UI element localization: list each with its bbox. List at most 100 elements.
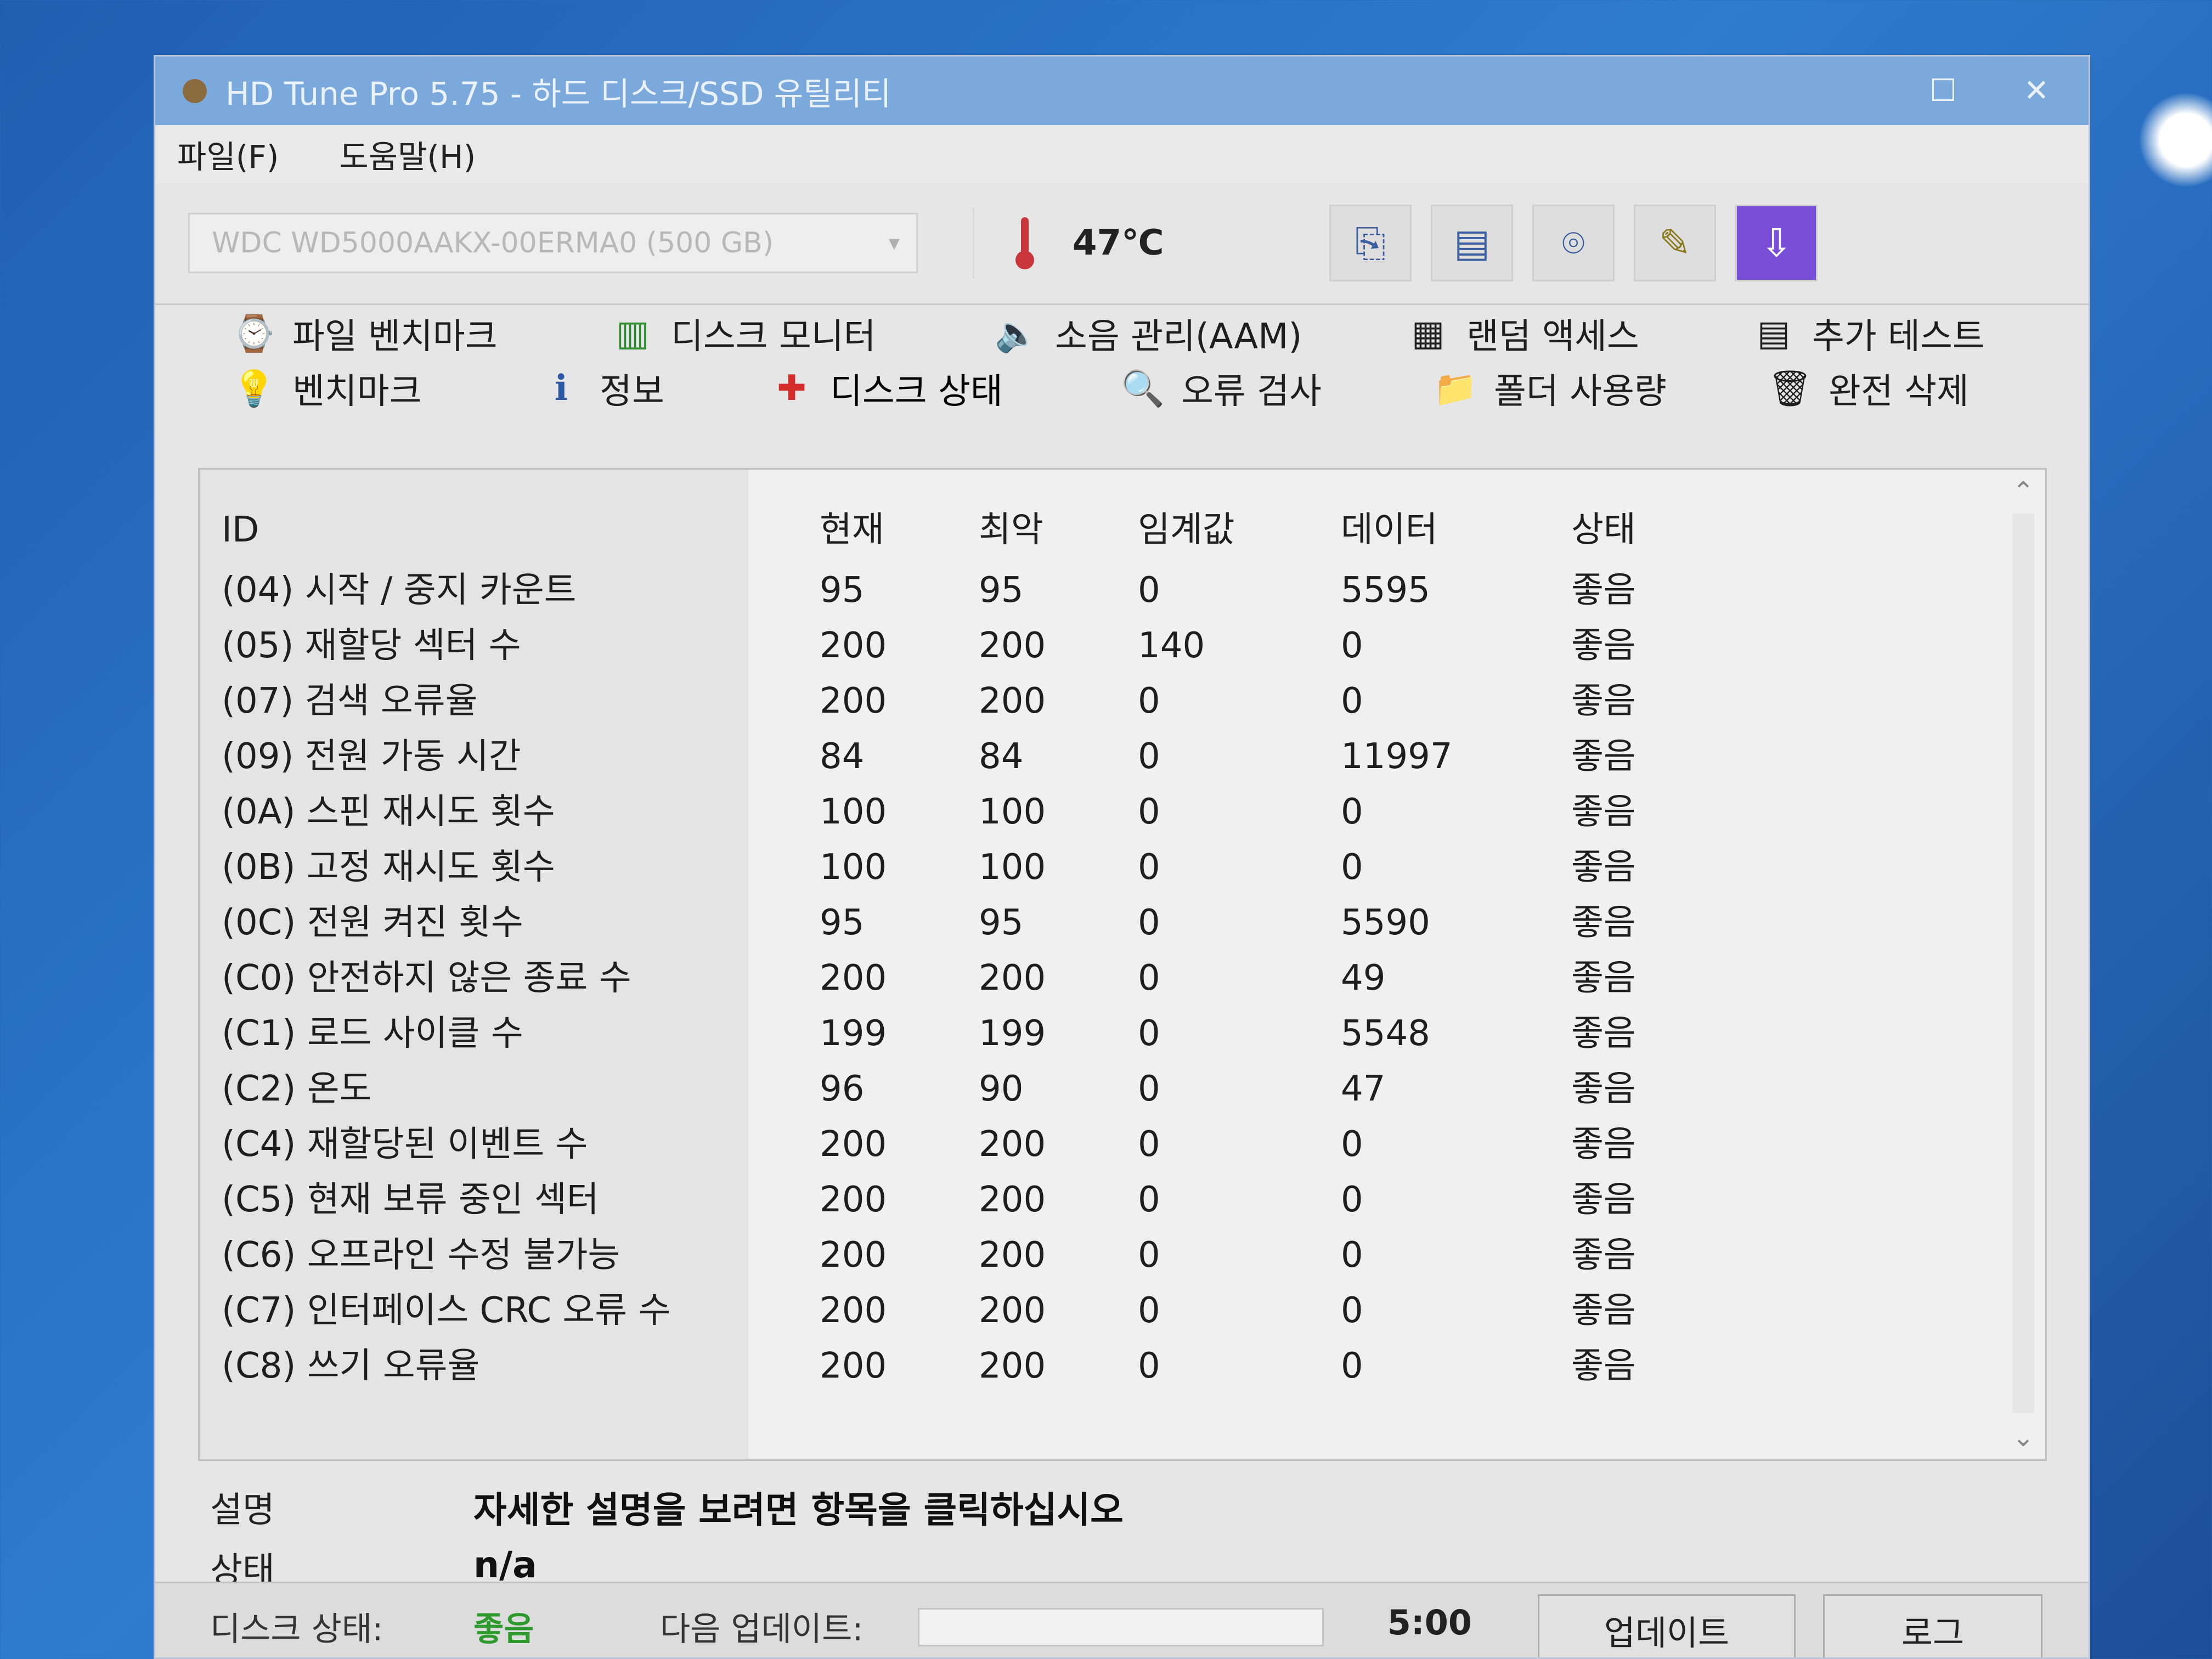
attribute-id: (C1) 로드 사이클 수	[222, 1013, 523, 1054]
attribute-id: (05) 재할당 섹터 수	[222, 625, 521, 666]
threshold-value: 0	[1138, 792, 1160, 832]
table-row[interactable]: (C8) 쓰기 오류율 200 200 0 0 좋음	[200, 1339, 2045, 1393]
current-value: 200	[820, 1235, 887, 1276]
current-value: 200	[820, 1124, 887, 1165]
tab-extra-tests[interactable]: ▤ 추가 테스트	[1752, 306, 1985, 361]
scrollbar-track[interactable]	[2012, 514, 2034, 1413]
current-value: 95	[820, 902, 865, 943]
options-button[interactable]: ✎	[1634, 205, 1716, 281]
tab-disk-monitor[interactable]: ▥ 디스크 모니터	[611, 306, 876, 361]
current-value: 84	[820, 736, 865, 777]
table-row[interactable]: (0B) 고정 재시도 횟수 100 100 0 0 좋음	[200, 840, 2045, 895]
exit-button[interactable]: ⇩	[1735, 205, 1818, 281]
benchmark-icon: 💡	[232, 368, 276, 409]
tab-health[interactable]: ✚ 디스크 상태	[770, 361, 1003, 416]
next-update-time: 5:00	[1387, 1602, 1472, 1643]
table-row[interactable]: (C6) 오프라인 수정 불가능 200 200 0 0 좋음	[200, 1228, 2045, 1283]
disk-status-value: 좋음	[473, 1610, 534, 1649]
table-row[interactable]: (07) 검색 오류율 200 200 0 0 좋음	[200, 674, 2045, 729]
disk-status-label: 디스크 상태:	[210, 1610, 383, 1649]
toolbar: WDC WD5000AAKX-00ERMA0 (500 GB) ▾ 47℃ ⎘ …	[155, 188, 2089, 305]
attribute-id: (C6) 오프라인 수정 불가능	[222, 1235, 620, 1276]
table-header: ID 현재 최악 임계값 데이터 상태	[200, 503, 2045, 557]
status-value: 좋음	[1571, 1124, 1636, 1165]
tab-erase[interactable]: 🗑 완전 삭제	[1768, 361, 1969, 416]
table-row[interactable]: (04) 시작 / 중지 카운트 95 95 0 5595 좋음	[200, 563, 2045, 618]
drive-selector[interactable]: WDC WD5000AAKX-00ERMA0 (500 GB) ▾	[188, 213, 918, 273]
header-data[interactable]: 데이터	[1341, 503, 1438, 557]
menu-help[interactable]: 도움말(H)	[339, 131, 476, 177]
current-value: 200	[820, 958, 887, 998]
copy-info-button[interactable]: ▤	[1431, 205, 1513, 281]
raw-data: 5548	[1341, 1013, 1430, 1054]
tab-info[interactable]: ℹ 정보	[539, 361, 664, 416]
scroll-up-icon[interactable]: ⌃	[2007, 475, 2040, 508]
attribute-id: (C8) 쓰기 오류율	[222, 1346, 480, 1386]
table-row[interactable]: (C5) 현재 보류 중인 섹터 200 200 0 0 좋음	[200, 1172, 2045, 1227]
tab-error-scan[interactable]: 🔍 오류 검사	[1121, 361, 1322, 416]
table-row[interactable]: (C7) 인터페이스 CRC 오류 수 200 200 0 0 좋음	[200, 1283, 2045, 1338]
update-button[interactable]: 업데이트	[1538, 1594, 1796, 1657]
worst-value: 100	[979, 847, 1046, 888]
header-status[interactable]: 상태	[1571, 503, 1636, 557]
maximize-button[interactable]: ☐	[1913, 66, 1973, 116]
tab-label: 벤치마크	[292, 371, 422, 412]
header-worst[interactable]: 최악	[979, 503, 1043, 557]
current-value: 95	[820, 570, 865, 611]
table-row[interactable]: (C0) 안전하지 않은 종료 수 200 200 0 49 좋음	[200, 951, 2045, 1006]
tab-benchmark[interactable]: 💡 벤치마크	[232, 361, 422, 416]
worst-value: 95	[979, 902, 1024, 943]
raw-data: 0	[1341, 625, 1363, 666]
current-value: 200	[820, 681, 887, 721]
menu-file[interactable]: 파일(F)	[177, 131, 279, 177]
copy-text-button[interactable]: ⎘	[1329, 205, 1412, 281]
attribute-id: (C7) 인터페이스 CRC 오류 수	[222, 1290, 671, 1331]
current-value: 200	[820, 625, 887, 666]
log-button[interactable]: 로그	[1823, 1594, 2042, 1657]
raw-data: 0	[1341, 1124, 1363, 1165]
tab-file-benchmark[interactable]: ⌚ 파일 벤치마크	[232, 306, 497, 361]
title-bar[interactable]: HD Tune Pro 5.75 - 하드 디스크/SSD 유틸리티 ☐ ✕	[155, 57, 2089, 125]
status-value: 좋음	[1571, 902, 1636, 943]
table-row[interactable]: (0A) 스핀 재시도 횟수 100 100 0 0 좋음	[200, 785, 2045, 839]
copy-text-icon: ⎘	[1355, 220, 1386, 266]
speaker-icon: 🔈	[995, 313, 1039, 354]
worst-value: 200	[979, 1180, 1046, 1220]
threshold-value: 140	[1138, 625, 1205, 666]
tab-random-access[interactable]: ▦ 랜덤 액세스	[1406, 306, 1639, 361]
raw-data: 0	[1341, 1235, 1363, 1276]
temperature-value: 47℃	[1073, 223, 1164, 263]
table-row[interactable]: (05) 재할당 섹터 수 200 200 140 0 좋음	[200, 618, 2045, 673]
table-row[interactable]: (09) 전원 가동 시간 84 84 0 11997 좋음	[200, 729, 2045, 784]
header-current[interactable]: 현재	[820, 503, 884, 557]
current-value: 200	[820, 1290, 887, 1331]
smart-attribute-table[interactable]: ID 현재 최악 임계값 데이터 상태 (04) 시작 / 중지 카운트 95 95…	[198, 468, 2047, 1461]
tab-folder-usage[interactable]: 📁 폴더 사용량	[1434, 361, 1667, 416]
threshold-value: 0	[1138, 1346, 1160, 1386]
table-row[interactable]: (C1) 로드 사이클 수 199 199 0 5548 좋음	[200, 1006, 2045, 1061]
magnifier-icon: 🔍	[1121, 368, 1165, 409]
attribute-id: (0C) 전원 켜진 횟수	[222, 902, 523, 943]
worst-value: 200	[979, 1346, 1046, 1386]
header-threshold[interactable]: 임계값	[1138, 503, 1235, 557]
close-button[interactable]: ✕	[2006, 66, 2067, 116]
header-id[interactable]: ID	[222, 503, 259, 557]
tab-aam[interactable]: 🔈 소음 관리(AAM)	[995, 306, 1302, 361]
status-value: 좋음	[1571, 681, 1636, 721]
temperature-display: 47℃	[973, 207, 1205, 279]
tab-label: 폴더 사용량	[1494, 371, 1667, 412]
scroll-down-icon[interactable]: ⌄	[2007, 1421, 2040, 1454]
threshold-value: 0	[1138, 902, 1160, 943]
table-row[interactable]: (C2) 온도 96 90 0 47 좋음	[200, 1062, 2045, 1116]
attribute-id: (C4) 재할당된 이벤트 수	[222, 1124, 588, 1165]
attribute-id: (07) 검색 오류율	[222, 681, 478, 721]
raw-data: 0	[1341, 681, 1363, 721]
threshold-value: 0	[1138, 847, 1160, 888]
status-value: 좋음	[1571, 736, 1636, 777]
table-row[interactable]: (C4) 재할당된 이벤트 수 200 200 0 0 좋음	[200, 1117, 2045, 1172]
tab-label: 디스크 모니터	[671, 317, 876, 357]
screenshot-button[interactable]: ⌾	[1532, 205, 1615, 281]
current-value: 199	[820, 1013, 887, 1054]
settings-icon: ✎	[1658, 221, 1691, 266]
table-row[interactable]: (0C) 전원 켜진 횟수 95 95 0 5590 좋음	[200, 895, 2045, 950]
